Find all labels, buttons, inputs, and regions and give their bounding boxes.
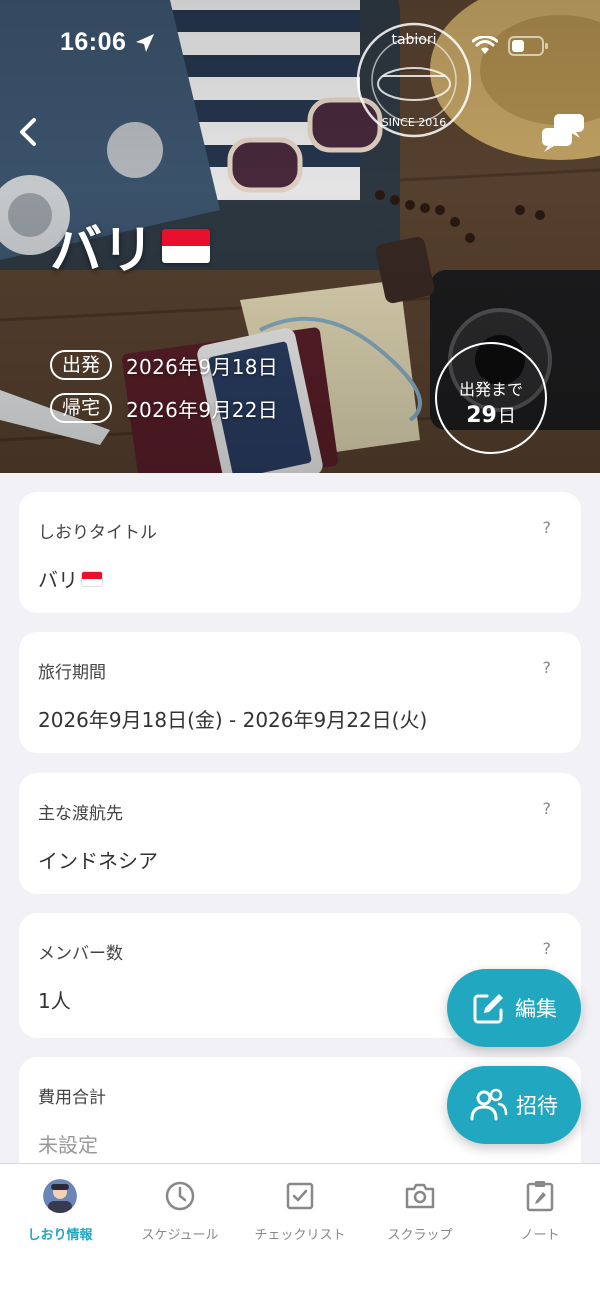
return-label: 帰宅	[50, 393, 113, 423]
tab-label: ノート	[520, 1228, 560, 1243]
card-value: インドネシア	[38, 849, 158, 873]
edit-button-label: 編集	[515, 997, 557, 1021]
card-label: メンバー数	[38, 944, 123, 964]
invite-button[interactable]: 招待	[447, 1066, 581, 1144]
svg-text:tabiori: tabiori	[391, 32, 436, 48]
tab-shiori-info[interactable]: しおり情報	[0, 1176, 120, 1243]
invite-button-label: 招待	[516, 1094, 558, 1118]
avatar	[43, 1179, 77, 1213]
indonesia-flag-icon	[162, 228, 211, 263]
tab-label: スクラップ	[387, 1228, 453, 1243]
card-label: 主な渡航先	[38, 804, 123, 824]
header-photo: 16:06 tabiori SINCE 2016 バリ 出発 2026年9月18…	[0, 0, 600, 473]
tab-label: しおり情報	[27, 1228, 93, 1243]
tab-checklist[interactable]: チェックリスト	[240, 1176, 360, 1243]
departure-label: 出発	[50, 350, 113, 380]
camera-icon	[405, 1183, 435, 1209]
svg-text:SINCE 2016: SINCE 2016	[382, 116, 447, 129]
back-button[interactable]	[10, 112, 50, 152]
tabiori-stamp-logo: tabiori SINCE 2016	[356, 22, 472, 138]
battery-icon	[508, 36, 548, 56]
edit-button[interactable]: 編集	[447, 969, 581, 1047]
note-icon	[526, 1181, 554, 1212]
countdown-label: 出発まで	[458, 380, 523, 399]
tab-schedule[interactable]: スケジュール	[120, 1176, 240, 1243]
chat-icon[interactable]	[540, 112, 586, 152]
help-icon[interactable]: ?	[543, 939, 552, 958]
departure-date: 2026年9月18日	[126, 354, 279, 379]
invite-people-icon	[470, 1088, 508, 1121]
tab-label: チェックリスト	[254, 1228, 346, 1243]
card-label: 費用合計	[38, 1088, 106, 1108]
card-title[interactable]: しおりタイトル ? バリ	[19, 492, 581, 613]
card-label: しおりタイトル	[38, 523, 157, 543]
countdown-value: 29日	[466, 403, 516, 428]
card-label: 旅行期間	[38, 663, 106, 683]
location-arrow-icon	[136, 34, 154, 52]
card-destination[interactable]: 主な渡航先 ? インドネシア	[19, 773, 581, 894]
checkbox-icon	[286, 1182, 314, 1210]
card-value: 未設定	[38, 1133, 98, 1157]
help-icon[interactable]: ?	[543, 799, 552, 818]
status-time: 16:06	[60, 28, 127, 56]
return-row: 帰宅 2026年9月22日	[50, 393, 278, 423]
tab-label: スケジュール	[141, 1228, 219, 1243]
tab-bar: しおり情報 スケジュール チェックリスト スクラップ ノート	[0, 1163, 600, 1302]
clock-icon	[165, 1181, 195, 1211]
card-value: 1人	[38, 989, 71, 1013]
edit-icon	[473, 994, 503, 1024]
trip-title-text: バリ	[50, 221, 155, 281]
help-icon[interactable]: ?	[543, 518, 552, 537]
card-travel-period[interactable]: 旅行期間 ? 2026年9月18日(金) - 2026年9月22日(火)	[19, 632, 581, 753]
help-icon[interactable]: ?	[543, 658, 552, 677]
tab-scrap[interactable]: スクラップ	[360, 1176, 480, 1243]
indonesia-flag-icon	[82, 571, 102, 586]
card-value: バリ	[38, 564, 102, 593]
trip-title: バリ	[50, 208, 211, 283]
tab-note[interactable]: ノート	[480, 1176, 600, 1243]
departure-row: 出発 2026年9月18日	[50, 350, 278, 380]
countdown-badge: 出発まで 29日	[435, 342, 547, 454]
card-value: 2026年9月18日(金) - 2026年9月22日(火)	[38, 708, 428, 732]
return-date: 2026年9月22日	[126, 397, 279, 422]
